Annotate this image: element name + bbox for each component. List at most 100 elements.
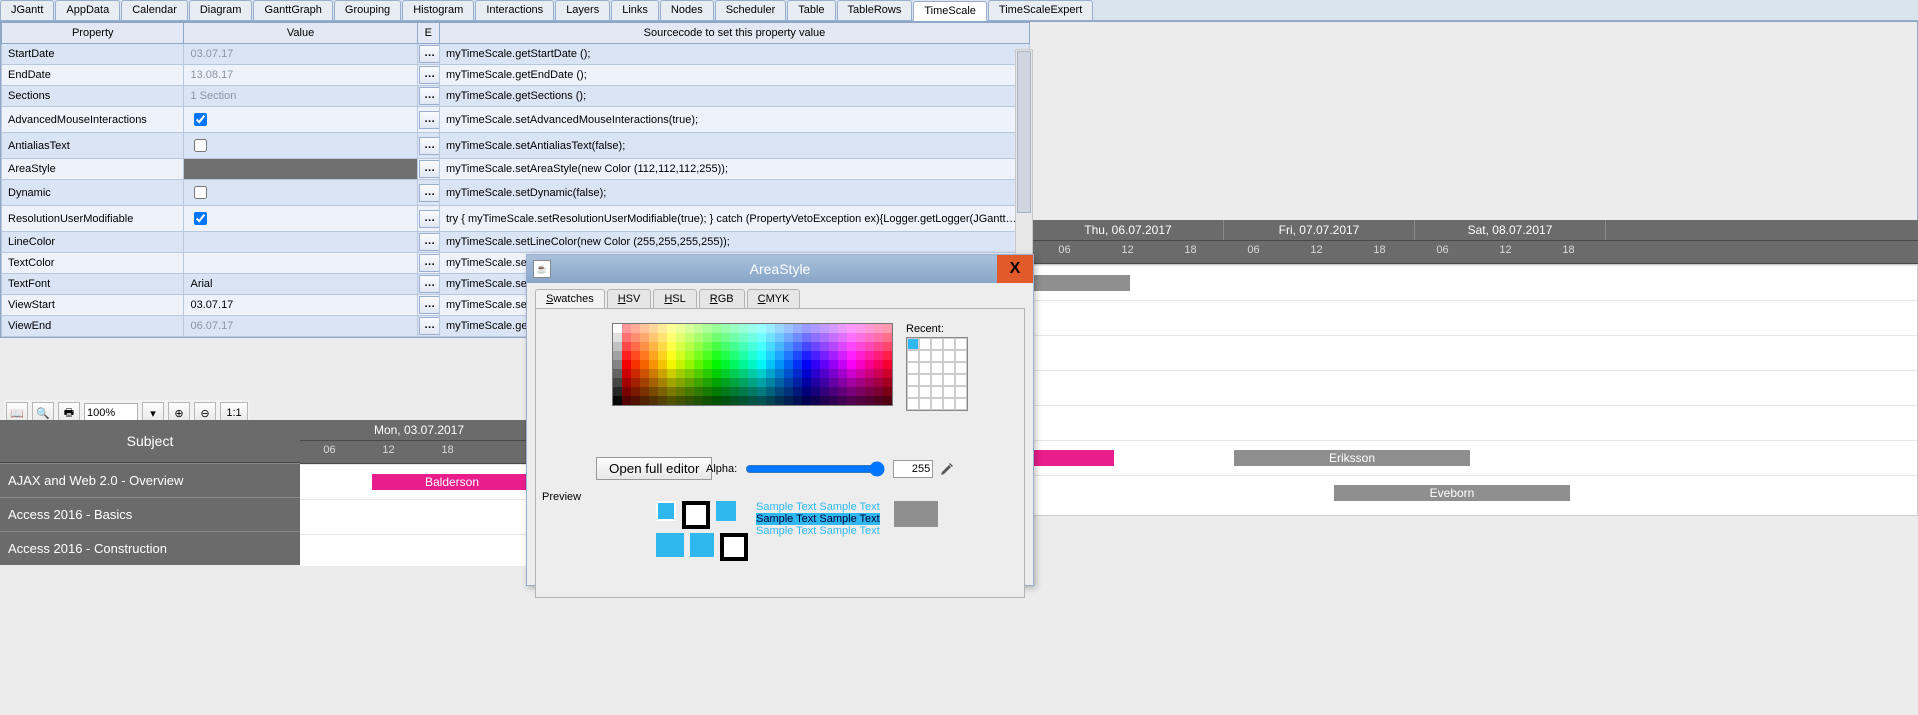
bar-eriksson[interactable]: Eriksson xyxy=(1234,450,1470,466)
swatch[interactable] xyxy=(784,387,793,396)
swatch[interactable] xyxy=(784,396,793,405)
swatch[interactable] xyxy=(658,333,667,342)
swatch[interactable] xyxy=(757,369,766,378)
property-row[interactable]: ResolutionUserModifiable…try { myTimeSca… xyxy=(2,206,1030,232)
swatch[interactable] xyxy=(766,360,775,369)
swatch[interactable] xyxy=(847,396,856,405)
swatch[interactable] xyxy=(613,333,622,342)
recent-swatch[interactable] xyxy=(907,386,919,398)
swatch[interactable] xyxy=(802,387,811,396)
swatch[interactable] xyxy=(667,351,676,360)
swatch[interactable] xyxy=(874,369,883,378)
swatch[interactable] xyxy=(694,387,703,396)
tab-diagram[interactable]: Diagram xyxy=(189,0,253,20)
recent-swatch[interactable] xyxy=(931,350,943,362)
value-checkbox[interactable] xyxy=(194,139,207,152)
swatch[interactable] xyxy=(829,342,838,351)
swatch[interactable] xyxy=(865,369,874,378)
gantt-subject-row[interactable]: AJAX and Web 2.0 - Overview xyxy=(0,463,300,497)
swatch[interactable] xyxy=(685,396,694,405)
swatch[interactable] xyxy=(739,324,748,333)
swatch[interactable] xyxy=(739,360,748,369)
swatch[interactable] xyxy=(712,351,721,360)
swatch[interactable] xyxy=(775,324,784,333)
swatch[interactable] xyxy=(829,396,838,405)
edit-button[interactable]: … xyxy=(419,66,440,84)
swatch[interactable] xyxy=(856,369,865,378)
recent-swatch[interactable] xyxy=(955,362,967,374)
swatch[interactable] xyxy=(730,324,739,333)
tab-timescaleexpert[interactable]: TimeScaleExpert xyxy=(988,0,1093,20)
swatch[interactable] xyxy=(802,324,811,333)
swatch[interactable] xyxy=(685,387,694,396)
property-row[interactable]: AntialiasText…myTimeScale.setAntialiasTe… xyxy=(2,133,1030,159)
swatch[interactable] xyxy=(802,333,811,342)
swatch[interactable] xyxy=(856,360,865,369)
swatch[interactable] xyxy=(703,342,712,351)
swatch[interactable] xyxy=(685,360,694,369)
tab-tablerows[interactable]: TableRows xyxy=(837,0,913,20)
swatch[interactable] xyxy=(793,396,802,405)
swatch[interactable] xyxy=(631,351,640,360)
swatch[interactable] xyxy=(649,360,658,369)
swatch[interactable] xyxy=(820,369,829,378)
swatch[interactable] xyxy=(694,396,703,405)
swatch[interactable] xyxy=(613,396,622,405)
property-row[interactable]: AreaStyle…myTimeScale.setAreaStyle(new C… xyxy=(2,159,1030,180)
swatch[interactable] xyxy=(847,378,856,387)
property-row[interactable]: Dynamic…myTimeScale.setDynamic(false); xyxy=(2,180,1030,206)
swatch[interactable] xyxy=(784,378,793,387)
swatch[interactable] xyxy=(739,396,748,405)
property-value[interactable]: 03.07.17 xyxy=(184,44,417,65)
property-value[interactable]: Arial xyxy=(184,274,417,295)
swatch[interactable] xyxy=(802,369,811,378)
swatch[interactable] xyxy=(793,378,802,387)
swatch[interactable] xyxy=(613,324,622,333)
color-tab-rgb[interactable]: RGB xyxy=(699,289,745,308)
swatch[interactable] xyxy=(613,351,622,360)
swatch[interactable] xyxy=(649,342,658,351)
property-row[interactable]: LineColor…myTimeScale.setLineColor(new C… xyxy=(2,232,1030,253)
swatch[interactable] xyxy=(874,378,883,387)
swatch[interactable] xyxy=(613,360,622,369)
swatch[interactable] xyxy=(640,369,649,378)
swatch[interactable] xyxy=(838,387,847,396)
swatch[interactable] xyxy=(658,396,667,405)
swatch[interactable] xyxy=(667,360,676,369)
swatch[interactable] xyxy=(775,387,784,396)
swatch[interactable] xyxy=(784,342,793,351)
swatch-grid[interactable] xyxy=(612,323,893,406)
tab-timescale[interactable]: TimeScale xyxy=(913,1,987,21)
swatch[interactable] xyxy=(667,324,676,333)
edit-button[interactable]: … xyxy=(419,233,440,251)
recent-swatch[interactable] xyxy=(943,386,955,398)
swatch[interactable] xyxy=(712,369,721,378)
swatch[interactable] xyxy=(649,396,658,405)
swatch[interactable] xyxy=(721,351,730,360)
swatch[interactable] xyxy=(847,351,856,360)
recent-swatch[interactable] xyxy=(931,386,943,398)
swatch[interactable] xyxy=(703,351,712,360)
swatch[interactable] xyxy=(784,369,793,378)
swatch[interactable] xyxy=(730,342,739,351)
swatch[interactable] xyxy=(631,324,640,333)
swatch[interactable] xyxy=(883,342,892,351)
property-value[interactable]: 06.07.17 xyxy=(184,316,417,337)
color-tab-hsv[interactable]: HSV xyxy=(607,289,652,308)
swatch[interactable] xyxy=(766,324,775,333)
swatch[interactable] xyxy=(874,360,883,369)
alpha-slider[interactable] xyxy=(745,461,885,477)
swatch[interactable] xyxy=(811,387,820,396)
eyedropper-icon[interactable] xyxy=(939,461,955,477)
swatch[interactable] xyxy=(883,378,892,387)
swatch[interactable] xyxy=(775,378,784,387)
swatch[interactable] xyxy=(694,324,703,333)
swatch[interactable] xyxy=(649,351,658,360)
swatch[interactable] xyxy=(874,396,883,405)
swatch[interactable] xyxy=(766,369,775,378)
swatch[interactable] xyxy=(865,324,874,333)
swatch[interactable] xyxy=(613,369,622,378)
swatch[interactable] xyxy=(847,324,856,333)
swatch[interactable] xyxy=(667,369,676,378)
swatch[interactable] xyxy=(838,378,847,387)
